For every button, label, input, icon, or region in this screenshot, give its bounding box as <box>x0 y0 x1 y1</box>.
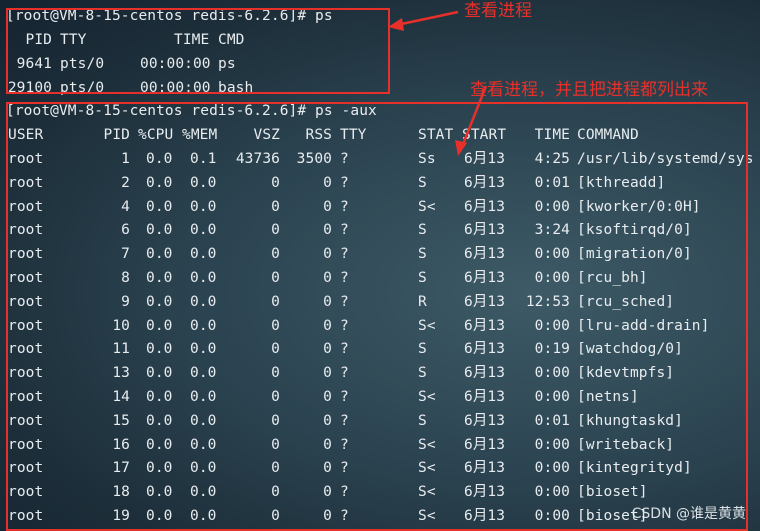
arrow-icon-aux <box>455 85 488 156</box>
terminal-window[interactable]: [root@VM-8-15-centos redis-6.2.6]# ps PI… <box>0 0 760 531</box>
watermark: CSDN @谁是黄黄 <box>631 506 746 522</box>
